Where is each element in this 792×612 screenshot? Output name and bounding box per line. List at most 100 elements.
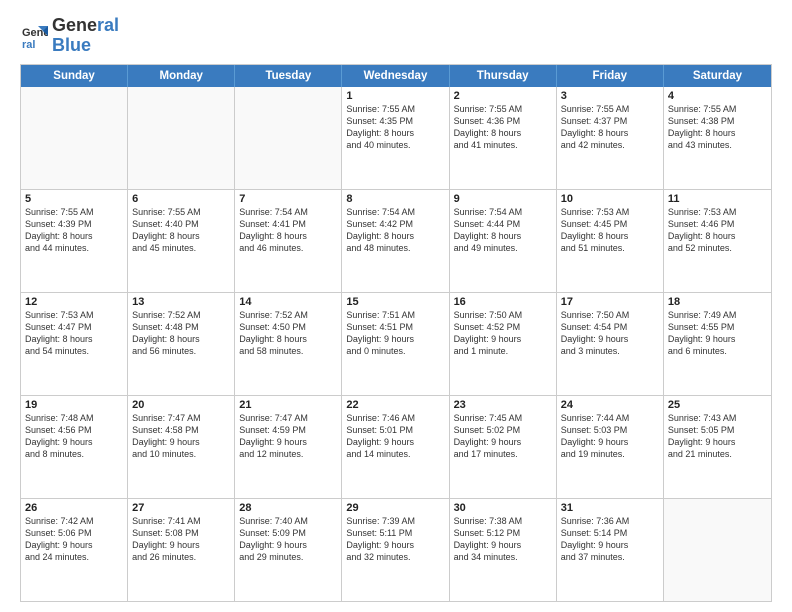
- calendar-cell: 10Sunrise: 7:53 AM Sunset: 4:45 PM Dayli…: [557, 190, 664, 292]
- day-number: 12: [25, 296, 123, 308]
- day-info: Sunrise: 7:47 AM Sunset: 4:58 PM Dayligh…: [132, 412, 230, 461]
- day-info: Sunrise: 7:53 AM Sunset: 4:45 PM Dayligh…: [561, 206, 659, 255]
- weekday-header: Thursday: [450, 65, 557, 87]
- day-info: Sunrise: 7:54 AM Sunset: 4:42 PM Dayligh…: [346, 206, 444, 255]
- calendar-cell: 25Sunrise: 7:43 AM Sunset: 5:05 PM Dayli…: [664, 396, 771, 498]
- calendar-cell: 22Sunrise: 7:46 AM Sunset: 5:01 PM Dayli…: [342, 396, 449, 498]
- day-info: Sunrise: 7:55 AM Sunset: 4:35 PM Dayligh…: [346, 103, 444, 152]
- calendar-cell: 8Sunrise: 7:54 AM Sunset: 4:42 PM Daylig…: [342, 190, 449, 292]
- day-number: 1: [346, 90, 444, 102]
- calendar-cell: 21Sunrise: 7:47 AM Sunset: 4:59 PM Dayli…: [235, 396, 342, 498]
- calendar-cell: 3Sunrise: 7:55 AM Sunset: 4:37 PM Daylig…: [557, 87, 664, 189]
- day-info: Sunrise: 7:40 AM Sunset: 5:09 PM Dayligh…: [239, 515, 337, 564]
- day-info: Sunrise: 7:52 AM Sunset: 4:50 PM Dayligh…: [239, 309, 337, 358]
- day-info: Sunrise: 7:45 AM Sunset: 5:02 PM Dayligh…: [454, 412, 552, 461]
- day-info: Sunrise: 7:55 AM Sunset: 4:38 PM Dayligh…: [668, 103, 767, 152]
- weekday-header: Friday: [557, 65, 664, 87]
- calendar-cell: 30Sunrise: 7:38 AM Sunset: 5:12 PM Dayli…: [450, 499, 557, 601]
- day-info: Sunrise: 7:50 AM Sunset: 4:54 PM Dayligh…: [561, 309, 659, 358]
- calendar-cell: 13Sunrise: 7:52 AM Sunset: 4:48 PM Dayli…: [128, 293, 235, 395]
- day-info: Sunrise: 7:36 AM Sunset: 5:14 PM Dayligh…: [561, 515, 659, 564]
- calendar-cell: 19Sunrise: 7:48 AM Sunset: 4:56 PM Dayli…: [21, 396, 128, 498]
- calendar-week-row: 1Sunrise: 7:55 AM Sunset: 4:35 PM Daylig…: [21, 87, 771, 190]
- day-number: 17: [561, 296, 659, 308]
- day-number: 15: [346, 296, 444, 308]
- day-number: 5: [25, 193, 123, 205]
- weekday-header: Saturday: [664, 65, 771, 87]
- day-number: 20: [132, 399, 230, 411]
- calendar-cell: 26Sunrise: 7:42 AM Sunset: 5:06 PM Dayli…: [21, 499, 128, 601]
- calendar-cell: 29Sunrise: 7:39 AM Sunset: 5:11 PM Dayli…: [342, 499, 449, 601]
- day-info: Sunrise: 7:51 AM Sunset: 4:51 PM Dayligh…: [346, 309, 444, 358]
- day-info: Sunrise: 7:46 AM Sunset: 5:01 PM Dayligh…: [346, 412, 444, 461]
- calendar-cell: 17Sunrise: 7:50 AM Sunset: 4:54 PM Dayli…: [557, 293, 664, 395]
- calendar-cell: 31Sunrise: 7:36 AM Sunset: 5:14 PM Dayli…: [557, 499, 664, 601]
- day-number: 2: [454, 90, 552, 102]
- day-info: Sunrise: 7:54 AM Sunset: 4:41 PM Dayligh…: [239, 206, 337, 255]
- calendar-week-row: 12Sunrise: 7:53 AM Sunset: 4:47 PM Dayli…: [21, 293, 771, 396]
- calendar-body: 1Sunrise: 7:55 AM Sunset: 4:35 PM Daylig…: [21, 87, 771, 601]
- day-number: 7: [239, 193, 337, 205]
- day-number: 29: [346, 502, 444, 514]
- calendar-cell: 16Sunrise: 7:50 AM Sunset: 4:52 PM Dayli…: [450, 293, 557, 395]
- calendar-cell: 11Sunrise: 7:53 AM Sunset: 4:46 PM Dayli…: [664, 190, 771, 292]
- calendar-week-row: 5Sunrise: 7:55 AM Sunset: 4:39 PM Daylig…: [21, 190, 771, 293]
- day-number: 19: [25, 399, 123, 411]
- day-number: 13: [132, 296, 230, 308]
- calendar-cell: 28Sunrise: 7:40 AM Sunset: 5:09 PM Dayli…: [235, 499, 342, 601]
- day-info: Sunrise: 7:42 AM Sunset: 5:06 PM Dayligh…: [25, 515, 123, 564]
- calendar-cell: [235, 87, 342, 189]
- calendar-cell: 9Sunrise: 7:54 AM Sunset: 4:44 PM Daylig…: [450, 190, 557, 292]
- weekday-header: Tuesday: [235, 65, 342, 87]
- day-info: Sunrise: 7:41 AM Sunset: 5:08 PM Dayligh…: [132, 515, 230, 564]
- calendar-cell: 6Sunrise: 7:55 AM Sunset: 4:40 PM Daylig…: [128, 190, 235, 292]
- day-number: 21: [239, 399, 337, 411]
- day-number: 25: [668, 399, 767, 411]
- day-number: 24: [561, 399, 659, 411]
- day-info: Sunrise: 7:48 AM Sunset: 4:56 PM Dayligh…: [25, 412, 123, 461]
- day-number: 11: [668, 193, 767, 205]
- day-number: 22: [346, 399, 444, 411]
- day-info: Sunrise: 7:47 AM Sunset: 4:59 PM Dayligh…: [239, 412, 337, 461]
- day-number: 3: [561, 90, 659, 102]
- calendar-header: SundayMondayTuesdayWednesdayThursdayFrid…: [21, 65, 771, 87]
- calendar: SundayMondayTuesdayWednesdayThursdayFrid…: [20, 64, 772, 602]
- day-info: Sunrise: 7:54 AM Sunset: 4:44 PM Dayligh…: [454, 206, 552, 255]
- weekday-header: Sunday: [21, 65, 128, 87]
- day-info: Sunrise: 7:43 AM Sunset: 5:05 PM Dayligh…: [668, 412, 767, 461]
- day-info: Sunrise: 7:52 AM Sunset: 4:48 PM Dayligh…: [132, 309, 230, 358]
- calendar-cell: 12Sunrise: 7:53 AM Sunset: 4:47 PM Dayli…: [21, 293, 128, 395]
- calendar-cell: 18Sunrise: 7:49 AM Sunset: 4:55 PM Dayli…: [664, 293, 771, 395]
- calendar-cell: 27Sunrise: 7:41 AM Sunset: 5:08 PM Dayli…: [128, 499, 235, 601]
- calendar-cell: 23Sunrise: 7:45 AM Sunset: 5:02 PM Dayli…: [450, 396, 557, 498]
- day-number: 8: [346, 193, 444, 205]
- day-info: Sunrise: 7:53 AM Sunset: 4:47 PM Dayligh…: [25, 309, 123, 358]
- day-info: Sunrise: 7:50 AM Sunset: 4:52 PM Dayligh…: [454, 309, 552, 358]
- day-info: Sunrise: 7:39 AM Sunset: 5:11 PM Dayligh…: [346, 515, 444, 564]
- day-info: Sunrise: 7:55 AM Sunset: 4:37 PM Dayligh…: [561, 103, 659, 152]
- weekday-header: Wednesday: [342, 65, 449, 87]
- page: Gene ral GeneralBlue SundayMondayTuesday…: [0, 0, 792, 612]
- logo-text: GeneralBlue: [52, 16, 119, 56]
- day-number: 16: [454, 296, 552, 308]
- day-number: 26: [25, 502, 123, 514]
- day-info: Sunrise: 7:55 AM Sunset: 4:36 PM Dayligh…: [454, 103, 552, 152]
- day-info: Sunrise: 7:53 AM Sunset: 4:46 PM Dayligh…: [668, 206, 767, 255]
- weekday-header: Monday: [128, 65, 235, 87]
- day-number: 9: [454, 193, 552, 205]
- calendar-cell: 2Sunrise: 7:55 AM Sunset: 4:36 PM Daylig…: [450, 87, 557, 189]
- day-info: Sunrise: 7:55 AM Sunset: 4:39 PM Dayligh…: [25, 206, 123, 255]
- calendar-cell: 15Sunrise: 7:51 AM Sunset: 4:51 PM Dayli…: [342, 293, 449, 395]
- calendar-cell: 14Sunrise: 7:52 AM Sunset: 4:50 PM Dayli…: [235, 293, 342, 395]
- day-number: 23: [454, 399, 552, 411]
- calendar-week-row: 19Sunrise: 7:48 AM Sunset: 4:56 PM Dayli…: [21, 396, 771, 499]
- day-number: 27: [132, 502, 230, 514]
- day-info: Sunrise: 7:49 AM Sunset: 4:55 PM Dayligh…: [668, 309, 767, 358]
- logo-icon: Gene ral: [20, 22, 48, 50]
- calendar-cell: [128, 87, 235, 189]
- day-info: Sunrise: 7:44 AM Sunset: 5:03 PM Dayligh…: [561, 412, 659, 461]
- calendar-cell: 20Sunrise: 7:47 AM Sunset: 4:58 PM Dayli…: [128, 396, 235, 498]
- logo: Gene ral GeneralBlue: [20, 16, 119, 56]
- day-number: 30: [454, 502, 552, 514]
- header: Gene ral GeneralBlue: [20, 16, 772, 56]
